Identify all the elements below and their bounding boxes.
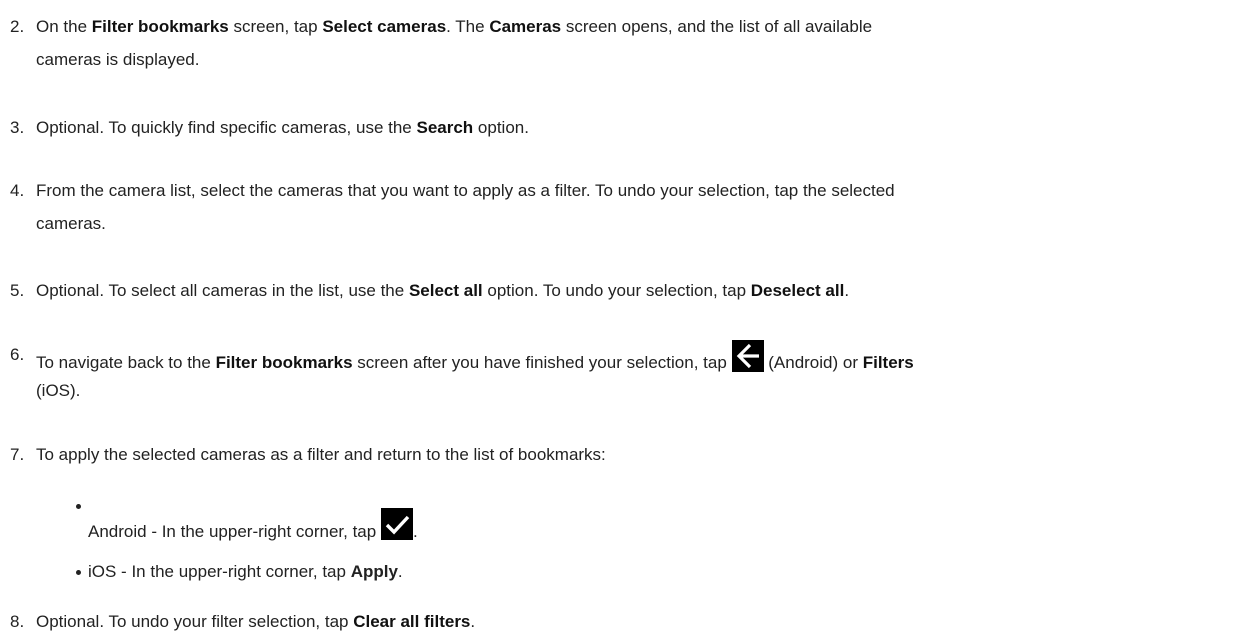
text-run: screen opens, and the list of all availa… (561, 17, 873, 36)
step-text: Optional. To select all cameras in the l… (36, 276, 1236, 305)
step-text-line2: cameras is displayed. (36, 50, 200, 69)
text-run: . (397, 562, 403, 581)
step-number: 3. (10, 118, 25, 137)
ui-term-filters: Filters (862, 353, 914, 372)
text-run: Optional. To undo your filter selection,… (36, 612, 354, 631)
step-text: To apply the selected cameras as a filte… (36, 445, 606, 464)
step-text: To navigate back to the Filter bookmarks… (36, 340, 1236, 377)
step-text-line2: (iOS). (36, 381, 81, 400)
ui-term-filter-bookmarks: Filter bookmarks (215, 353, 353, 372)
step-number: 2. (10, 17, 25, 36)
text-run: screen, tap (228, 17, 323, 36)
text-run: Optional. To select all cameras in the l… (36, 281, 409, 300)
text-run: . (412, 522, 418, 541)
ui-term-clear-all-filters: Clear all filters (353, 612, 471, 631)
step-number: 4. (10, 181, 25, 200)
step-number: 5. (10, 281, 25, 300)
ui-term-apply: Apply (350, 562, 398, 581)
ui-term-select-cameras: Select cameras (322, 17, 447, 36)
step-text: Optional. To undo your filter selection,… (36, 607, 1236, 636)
substep-text: Android - In the upper-right corner, tap… (88, 508, 1188, 546)
back-arrow-icon (731, 340, 764, 372)
ui-term-search: Search (416, 118, 474, 137)
step-text: Optional. To quickly find specific camer… (36, 113, 1236, 142)
text-run: option. To undo your selection, tap (482, 281, 751, 300)
ui-term-filter-bookmarks: Filter bookmarks (91, 17, 229, 36)
bullet-dot (76, 504, 84, 512)
text-run: Optional. To quickly find specific camer… (36, 118, 417, 137)
text-run: On the (36, 17, 92, 36)
text-run: To navigate back to the (36, 353, 216, 372)
text-run: Android - In the upper-right corner, tap (88, 522, 381, 541)
ui-term-cameras: Cameras (489, 17, 562, 36)
substep-text: iOS - In the upper-right corner, tap App… (88, 557, 1188, 586)
step-number: 8. (10, 612, 25, 631)
step-text: On the Filter bookmarks screen, tap Sele… (36, 12, 1236, 41)
step-text: From the camera list, select the cameras… (36, 181, 895, 200)
text-run: (Android) or (763, 353, 863, 372)
step-text-line2: cameras. (36, 214, 106, 233)
ui-term-deselect-all: Deselect all (750, 281, 845, 300)
text-run: . The (446, 17, 490, 36)
bullet-dot (76, 570, 84, 578)
text-run: . (470, 612, 476, 631)
step-number: 6. (10, 345, 25, 364)
text-run: option. (473, 118, 529, 137)
text-run: iOS - In the upper-right corner, tap (88, 562, 351, 581)
document-page: 2. On the Filter bookmarks screen, tap S… (0, 0, 1258, 641)
ui-term-select-all: Select all (408, 281, 483, 300)
step-number: 7. (10, 445, 25, 464)
checkmark-icon (380, 508, 413, 540)
text-run: . (844, 281, 850, 300)
text-run: screen after you have finished your sele… (352, 353, 732, 372)
